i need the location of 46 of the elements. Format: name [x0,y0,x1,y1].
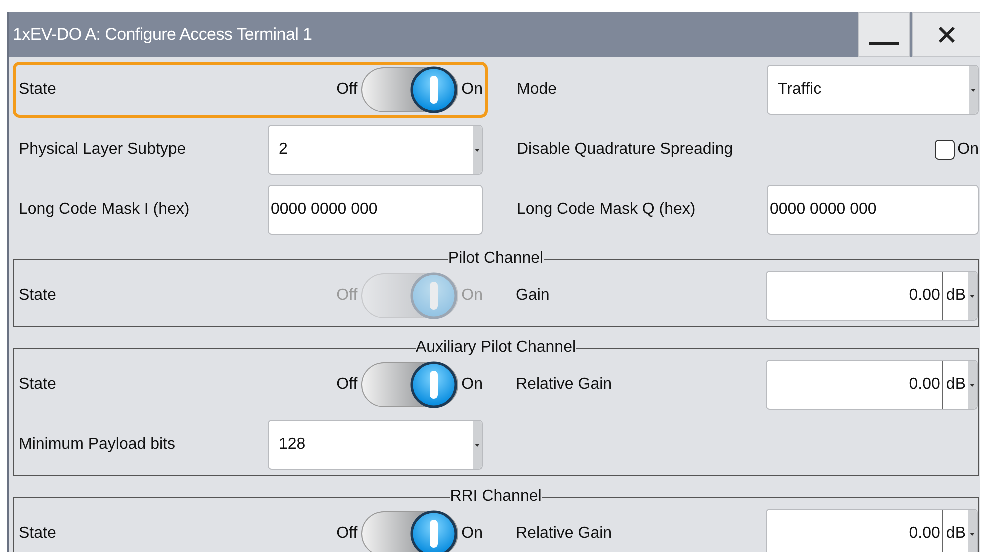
dropdown[interactable]: 2 [268,125,483,175]
caret-icon [971,88,976,92]
dropdown[interactable]: Traffic [767,65,979,115]
field-label: Physical Layer Subtype [19,141,188,159]
field-label: Mode [517,81,558,99]
caret-icon [970,294,975,298]
close-icon [938,26,956,44]
on-label: On [462,525,483,543]
off-label: Off [336,287,358,305]
dropdown[interactable]: 128 [268,420,483,470]
input-field[interactable]: 0000 0000 000 [767,185,979,235]
group-title: Auxiliary Pilot Channel [416,339,576,357]
off-label: Off [336,376,358,394]
field-label: State [19,81,58,99]
checkbox[interactable] [934,140,955,160]
field-label: Disable Quadrature Spreading [517,141,734,159]
field-label: Relative Gain [516,525,614,543]
field-label: Gain [516,287,551,305]
input-field[interactable]: 0.00 dB [766,360,978,410]
on-label: On [462,376,483,394]
caret-icon [475,148,480,152]
toggle-switch[interactable] [360,509,459,552]
caret-icon [970,532,975,536]
caret-icon [475,444,480,446]
minimize-button[interactable] [858,12,910,57]
on-label: On [462,287,483,305]
off-label: Off [336,81,358,99]
minimize-icon [869,42,899,46]
checkbox-label: On [958,141,979,159]
input-field[interactable]: 0000 0000 000 [268,185,483,235]
input-field[interactable]: 0.00 dB [766,509,978,552]
field-label: Relative Gain [516,376,614,394]
group-title: Pilot Channel [448,250,544,268]
field-label: Long Code Mask Q (hex) [517,201,697,219]
field-label: State [19,525,58,543]
close-button[interactable] [912,12,980,57]
off-label: Off [336,525,358,543]
field-label: State [19,376,58,394]
field-label: State [19,287,58,305]
field-label: Long Code Mask I (hex) [19,201,191,219]
on-label: On [462,81,483,99]
window-title: 1xEV-DO A: Configure Access Terminal 1 [12,24,312,44]
caret-icon [970,384,975,386]
group-title: RRI Channel [450,488,542,506]
field-label: Minimum Payload bits [19,436,176,454]
input-field[interactable]: 0.00 dB [766,271,978,321]
